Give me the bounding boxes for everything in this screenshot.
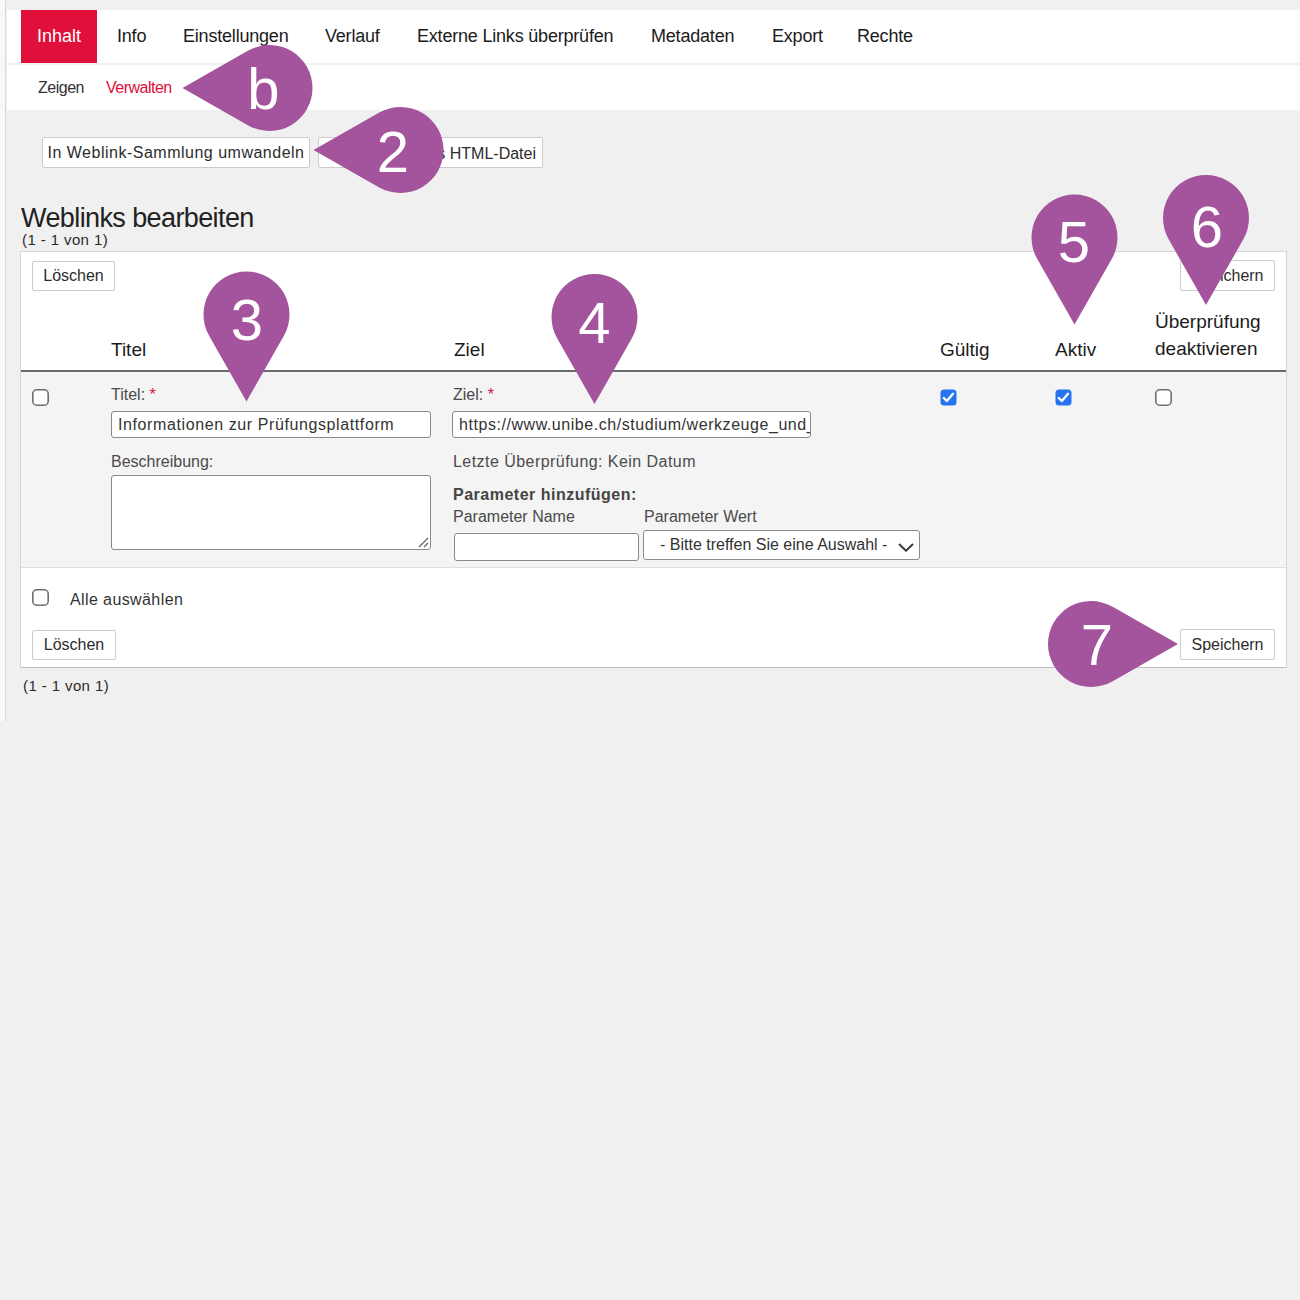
svg-text:6: 6 [1191,194,1223,259]
